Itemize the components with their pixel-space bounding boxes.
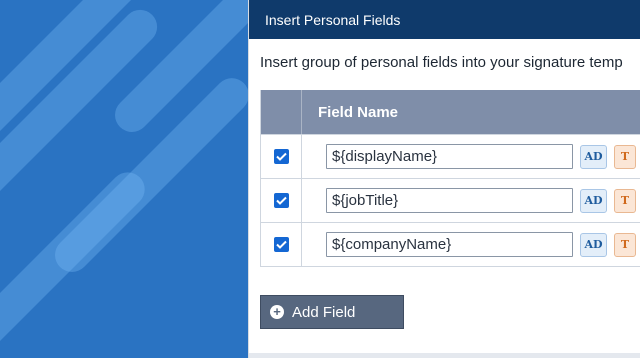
ad-attribute-button[interactable]: AD [580,232,607,257]
ad-attribute-button[interactable]: AD [580,188,607,213]
fields-table: Field Name AD T AD T [260,90,640,267]
background-panel [0,0,249,358]
add-field-button[interactable]: + Add Field [260,295,404,329]
field-name-input[interactable] [326,232,573,257]
row-checkbox-cell [261,135,302,178]
dialog-titlebar: Insert Personal Fields [249,0,640,39]
row-checkbox-cell [261,179,302,222]
add-field-label: Add Field [292,303,356,321]
checkmark-icon [275,240,287,249]
dialog-description: Insert group of personal fields into you… [260,54,623,71]
plus-circle-icon: + [270,305,284,319]
checkmark-icon [275,152,287,161]
row-checkbox[interactable] [273,193,289,208]
dialog-footer-divider [249,353,640,358]
field-name-input[interactable] [326,188,573,213]
table-row: AD T [261,222,640,266]
decor-stripe [0,165,152,358]
row-checkbox-cell [261,223,302,266]
checkmark-icon [275,196,287,205]
field-name-input[interactable] [326,144,573,169]
dialog-title: Insert Personal Fields [265,11,401,28]
row-checkbox[interactable] [273,237,289,252]
table-header: Field Name [261,90,640,134]
header-checkbox-column [261,90,302,134]
insert-personal-fields-dialog: Insert Personal Fields Insert group of p… [249,0,640,358]
header-field-name: Field Name [318,103,399,121]
table-row: AD T [261,178,640,222]
row-checkbox[interactable] [273,149,289,164]
ad-attribute-button[interactable]: AD [580,144,607,169]
text-attribute-button[interactable]: T [614,188,636,213]
text-attribute-button[interactable]: T [614,144,636,169]
text-attribute-button[interactable]: T [614,232,636,257]
table-row: AD T [261,134,640,178]
